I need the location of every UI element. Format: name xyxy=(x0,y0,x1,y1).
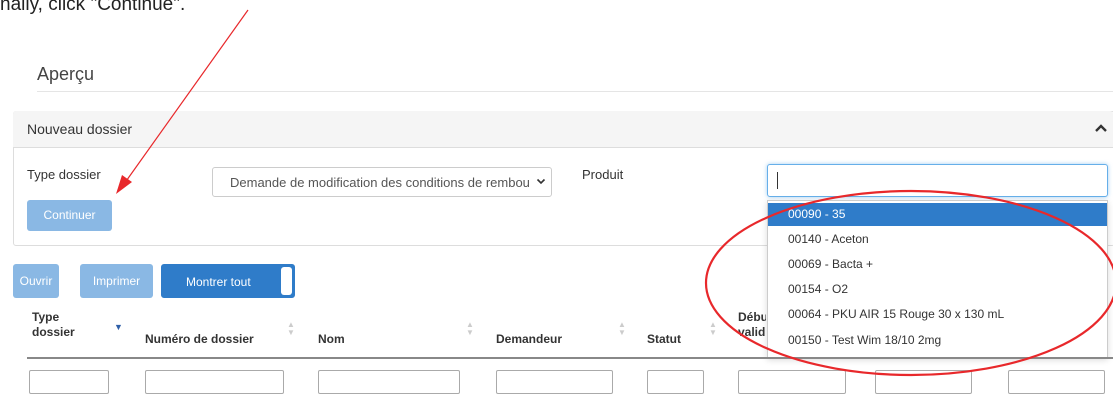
produit-label: Produit xyxy=(582,167,624,182)
th-numero-dossier[interactable]: Numéro de dossier xyxy=(145,332,254,346)
type-dossier-value: Demande de modification des conditions d… xyxy=(230,175,530,190)
title-divider xyxy=(37,91,1113,92)
th-statut[interactable]: Statut xyxy=(647,332,681,346)
sort-icon[interactable]: ▲ ▼ xyxy=(287,321,295,337)
sort-icon[interactable]: ▲ ▼ xyxy=(709,321,717,337)
imprimer-button[interactable]: Imprimer xyxy=(80,264,153,298)
table-header-divider xyxy=(27,357,1113,359)
ouvrir-button[interactable]: Ouvrir xyxy=(13,264,59,298)
toggle-knob xyxy=(281,267,292,295)
montrer-tout-label: Montrer tout xyxy=(186,275,251,289)
type-dossier-label: Type dossier xyxy=(27,167,101,182)
produit-option[interactable]: 00069 - Bacta + xyxy=(768,253,1107,276)
panel-header[interactable] xyxy=(13,111,1113,148)
produit-option[interactable]: 00154 - O2 xyxy=(768,278,1107,301)
panel-title: Nouveau dossier xyxy=(27,121,133,137)
montrer-tout-toggle[interactable]: Montrer tout xyxy=(161,264,295,298)
th-debut-validite[interactable]: Début validité xyxy=(738,310,766,340)
chevron-down-icon xyxy=(536,178,546,185)
sort-icon[interactable]: ▲ ▼ xyxy=(466,321,474,337)
produit-dropdown: 00090 - 35 00140 - Aceton 00069 - Bacta … xyxy=(767,200,1108,358)
instruction-text: nally, click "Continue". xyxy=(0,0,186,15)
produit-option[interactable]: 00150 - Test Wim 18/10 2mg xyxy=(768,329,1107,352)
filter-column-7[interactable] xyxy=(875,370,972,394)
th-type-dossier[interactable]: Type dossier xyxy=(32,310,92,340)
th-nom[interactable]: Nom xyxy=(318,332,345,346)
page-title: Aperçu xyxy=(37,64,95,84)
produit-search-input[interactable] xyxy=(767,164,1108,197)
chevron-up-icon[interactable] xyxy=(1094,121,1108,135)
produit-option[interactable]: 00090 - 35 xyxy=(768,203,1107,226)
filter-type-dossier[interactable] xyxy=(29,370,109,394)
filter-debut-validite[interactable] xyxy=(738,370,846,394)
produit-option[interactable]: 00064 - PKU AIR 15 Rouge 30 x 130 mL xyxy=(768,303,1107,326)
filter-numero-dossier[interactable] xyxy=(145,370,284,394)
text-cursor xyxy=(777,172,778,189)
filter-statut[interactable] xyxy=(647,370,704,394)
th-demandeur[interactable]: Demandeur xyxy=(496,332,562,346)
filter-column-8[interactable] xyxy=(1008,370,1105,394)
filter-demandeur[interactable] xyxy=(496,370,613,394)
filter-nom[interactable] xyxy=(318,370,460,394)
produit-option[interactable]: 00140 - Aceton xyxy=(768,228,1107,251)
sort-icon[interactable]: ▲ ▼ xyxy=(618,321,626,337)
sort-desc-icon[interactable]: ▼ xyxy=(114,323,123,332)
continuer-button[interactable]: Continuer xyxy=(27,200,112,231)
